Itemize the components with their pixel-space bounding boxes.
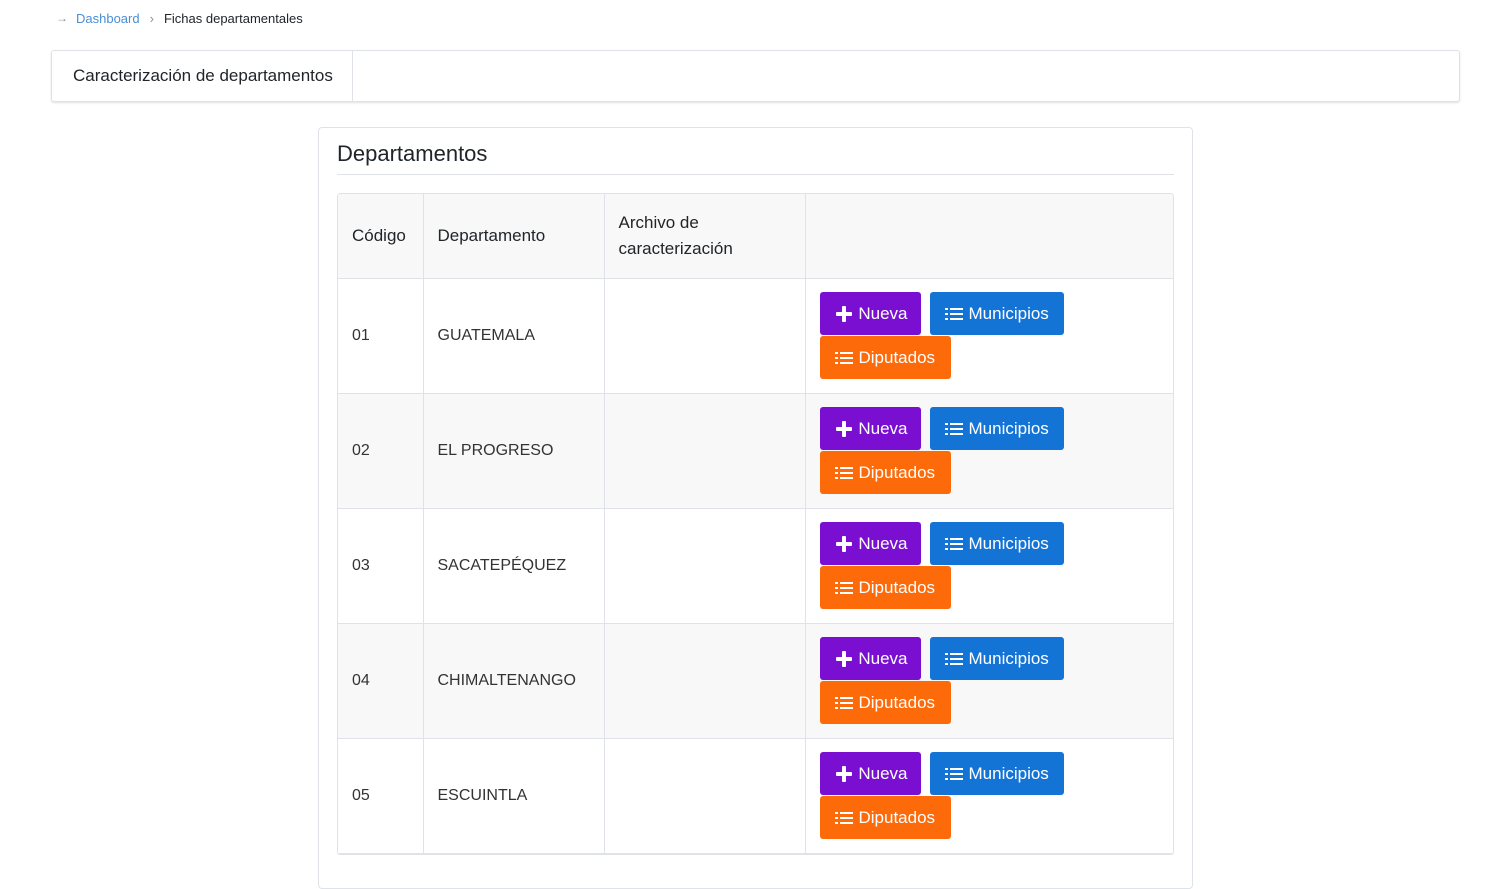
cell-actions: Nueva Municipios Diputados bbox=[805, 738, 1173, 854]
nueva-label: Nueva bbox=[858, 648, 908, 668]
chevron-right-icon: › bbox=[149, 10, 154, 26]
cell-actions: Nueva Municipios Diputados bbox=[805, 508, 1173, 624]
cell-file bbox=[604, 278, 806, 394]
table-row: 03 SACATEPÉQUEZ Nueva Municipios Diputad… bbox=[338, 508, 1173, 624]
row-actions: Nueva Municipios Diputados bbox=[819, 637, 1080, 724]
diputados-label: Diputados bbox=[858, 692, 936, 712]
cell-code: 03 bbox=[338, 508, 424, 624]
diputados-label: Diputados bbox=[858, 462, 936, 482]
list-icon bbox=[834, 349, 853, 367]
list-icon bbox=[944, 420, 963, 438]
table-row: 05 ESCUINTLA Nueva Municipios Diputados bbox=[338, 738, 1173, 854]
municipios-button[interactable]: Municipios bbox=[929, 522, 1064, 565]
cell-actions: Nueva Municipios Diputados bbox=[805, 393, 1173, 509]
table-row: 02 EL PROGRESO Nueva Municipios Diputado… bbox=[338, 393, 1173, 509]
municipios-label: Municipios bbox=[968, 418, 1049, 438]
plus-icon bbox=[835, 535, 853, 553]
diputados-label: Diputados bbox=[858, 577, 936, 597]
plus-icon bbox=[835, 420, 853, 438]
tab-bar: Caracterización de departamentos bbox=[51, 50, 1460, 102]
row-actions: Nueva Municipios Diputados bbox=[819, 752, 1080, 839]
diputados-label: Diputados bbox=[858, 347, 936, 367]
header-departamento: Departamento bbox=[423, 194, 605, 279]
diputados-button[interactable]: Diputados bbox=[819, 681, 951, 724]
diputados-button[interactable]: Diputados bbox=[819, 566, 951, 609]
cell-file bbox=[604, 508, 806, 624]
table-header-row: Código Departamento Archivo de caracteri… bbox=[338, 194, 1173, 279]
nueva-label: Nueva bbox=[858, 533, 908, 553]
municipios-button[interactable]: Municipios bbox=[929, 637, 1064, 680]
plus-icon bbox=[835, 650, 853, 668]
nueva-button[interactable]: Nueva bbox=[819, 407, 921, 450]
cell-file bbox=[604, 738, 806, 854]
cell-code: 04 bbox=[338, 623, 424, 739]
arrow-right-icon: → bbox=[56, 11, 68, 25]
breadcrumb-dashboard-link[interactable]: Dashboard bbox=[76, 11, 140, 26]
cell-department: SACATEPÉQUEZ bbox=[423, 508, 605, 624]
list-icon bbox=[944, 765, 963, 783]
panel-title: Departamentos bbox=[337, 140, 1174, 175]
nueva-label: Nueva bbox=[858, 303, 908, 323]
list-icon bbox=[834, 579, 853, 597]
header-actions bbox=[805, 194, 1173, 279]
list-icon bbox=[834, 464, 853, 482]
municipios-button[interactable]: Municipios bbox=[929, 752, 1064, 795]
municipios-button[interactable]: Municipios bbox=[929, 292, 1064, 335]
nueva-label: Nueva bbox=[858, 418, 908, 438]
tab-caracterizacion[interactable]: Caracterización de departamentos bbox=[52, 51, 353, 101]
cell-file bbox=[604, 623, 806, 739]
header-archivo: Archivo de caracterización bbox=[604, 194, 806, 279]
departamentos-table: Código Departamento Archivo de caracteri… bbox=[338, 194, 1173, 854]
nueva-label: Nueva bbox=[858, 763, 908, 783]
cell-file bbox=[604, 393, 806, 509]
list-icon bbox=[834, 694, 853, 712]
cell-department: ESCUINTLA bbox=[423, 738, 605, 854]
cell-department: EL PROGRESO bbox=[423, 393, 605, 509]
row-actions: Nueva Municipios Diputados bbox=[819, 522, 1080, 609]
nueva-button[interactable]: Nueva bbox=[819, 522, 921, 565]
diputados-label: Diputados bbox=[858, 807, 936, 827]
municipios-label: Municipios bbox=[968, 763, 1049, 783]
list-icon bbox=[944, 305, 963, 323]
municipios-label: Municipios bbox=[968, 533, 1049, 553]
row-actions: Nueva Municipios Diputados bbox=[819, 292, 1080, 379]
nueva-button[interactable]: Nueva bbox=[819, 752, 921, 795]
cell-code: 05 bbox=[338, 738, 424, 854]
municipios-label: Municipios bbox=[968, 303, 1049, 323]
table-row: 04 CHIMALTENANGO Nueva Municipios Diputa… bbox=[338, 623, 1173, 739]
cell-actions: Nueva Municipios Diputados bbox=[805, 623, 1173, 739]
plus-icon bbox=[835, 765, 853, 783]
nueva-button[interactable]: Nueva bbox=[819, 637, 921, 680]
municipios-button[interactable]: Municipios bbox=[929, 407, 1064, 450]
cell-code: 01 bbox=[338, 278, 424, 394]
breadcrumb: → Dashboard › Fichas departamentales bbox=[56, 9, 303, 27]
header-codigo: Código bbox=[338, 194, 424, 279]
cell-department: GUATEMALA bbox=[423, 278, 605, 394]
diputados-button[interactable]: Diputados bbox=[819, 796, 951, 839]
breadcrumb-current: Fichas departamentales bbox=[163, 10, 303, 26]
list-icon bbox=[944, 650, 963, 668]
table-row: 01 GUATEMALA Nueva Municipios Diputados bbox=[338, 278, 1173, 394]
municipios-label: Municipios bbox=[968, 648, 1049, 668]
cell-actions: Nueva Municipios Diputados bbox=[805, 278, 1173, 394]
departamentos-table-wrapper: Código Departamento Archivo de caracteri… bbox=[337, 193, 1174, 855]
diputados-button[interactable]: Diputados bbox=[819, 451, 951, 494]
plus-icon bbox=[835, 305, 853, 323]
cell-department: CHIMALTENANGO bbox=[423, 623, 605, 739]
list-icon bbox=[834, 809, 853, 827]
row-actions: Nueva Municipios Diputados bbox=[819, 407, 1080, 494]
list-icon bbox=[944, 535, 963, 553]
diputados-button[interactable]: Diputados bbox=[819, 336, 951, 379]
cell-code: 02 bbox=[338, 393, 424, 509]
nueva-button[interactable]: Nueva bbox=[819, 292, 921, 335]
departamentos-panel: Departamentos Código Departamento Archiv… bbox=[318, 127, 1193, 889]
